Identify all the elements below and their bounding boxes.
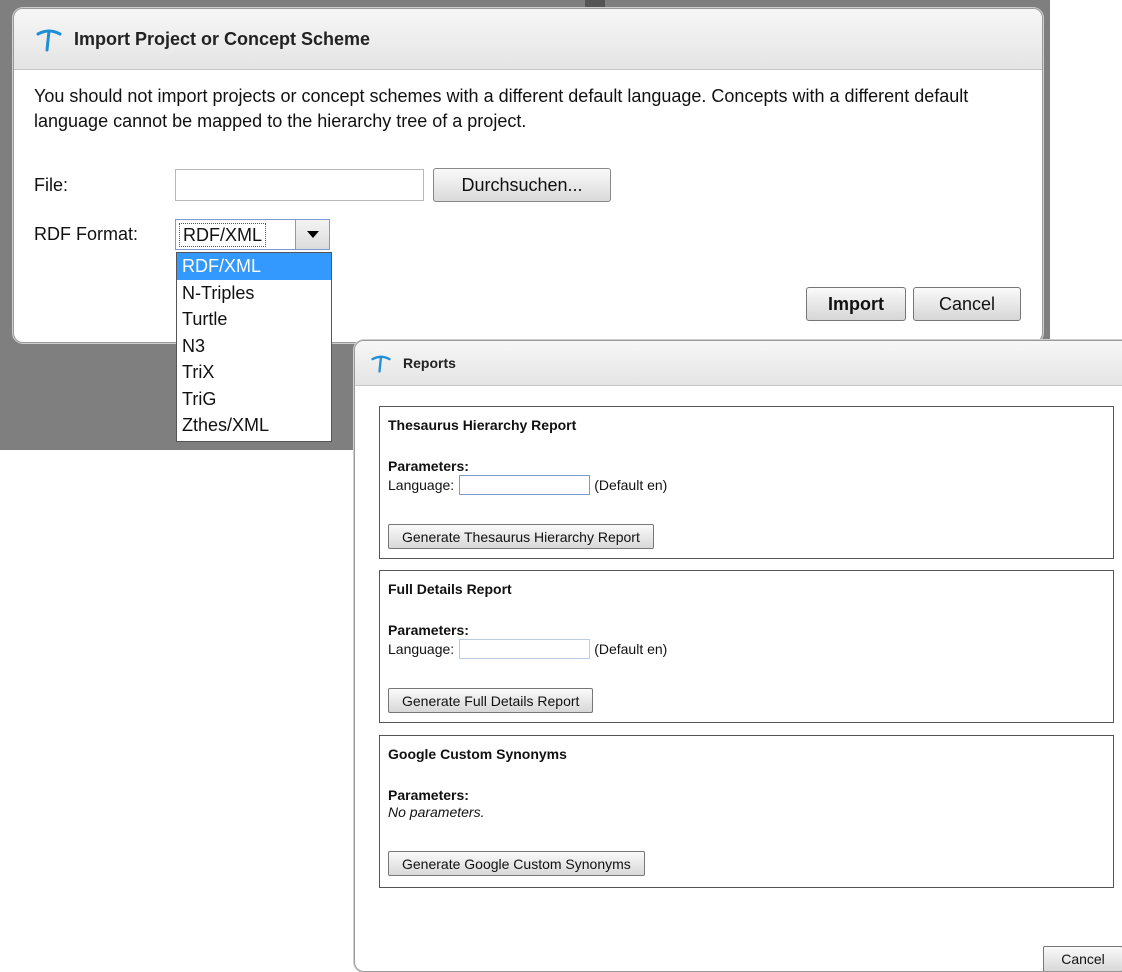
no-parameters-text: No parameters.: [388, 804, 485, 820]
format-option-trix[interactable]: TriX: [177, 359, 331, 386]
generate-thesaurus-hierarchy-report-button[interactable]: Generate Thesaurus Hierarchy Report: [388, 524, 654, 549]
import-dialog-title: Import Project or Concept Scheme: [74, 28, 371, 49]
rdf-format-label: RDF Format:: [34, 224, 139, 244]
import-cancel-button[interactable]: Cancel: [913, 287, 1021, 321]
full-details-report-section: Full Details Report Parameters: Language…: [379, 570, 1114, 723]
file-input[interactable]: [175, 169, 424, 201]
import-warning-message: You should not import projects or concep…: [34, 86, 969, 131]
format-option-trig[interactable]: TriG: [177, 386, 331, 413]
format-option-turtle[interactable]: Turtle: [177, 306, 331, 333]
format-option-zthes-xml[interactable]: Zthes/XML: [177, 412, 331, 439]
dropdown-arrow-icon[interactable]: [295, 220, 329, 249]
generate-google-custom-synonyms-button[interactable]: Generate Google Custom Synonyms: [388, 851, 645, 876]
section-title: Thesaurus Hierarchy Report: [388, 417, 577, 433]
google-custom-synonyms-section: Google Custom Synonyms Parameters: No pa…: [379, 735, 1114, 888]
format-option-n3[interactable]: N3: [177, 333, 331, 360]
pickaxe-logo-icon: [36, 29, 62, 52]
section-title: Full Details Report: [388, 581, 512, 597]
language-input[interactable]: [459, 639, 591, 659]
import-dialog: Import Project or Concept Scheme You sho…: [13, 8, 1043, 343]
language-label: Language:: [388, 641, 455, 657]
parameters-label: Parameters:: [388, 458, 469, 474]
format-option-n-triples[interactable]: N-Triples: [177, 280, 331, 307]
default-language-hint: (Default en): [594, 477, 668, 493]
import-dialog-header: Import Project or Concept Scheme: [14, 9, 1042, 70]
rdf-format-selected-value: RDF/XML: [179, 222, 267, 247]
thesaurus-hierarchy-report-section: Thesaurus Hierarchy Report Parameters: L…: [379, 406, 1114, 559]
language-label: Language:: [388, 477, 455, 493]
language-input[interactable]: [459, 475, 591, 495]
reports-dialog-header: Reports: [355, 341, 1122, 386]
browse-button[interactable]: Durchsuchen...: [433, 168, 611, 202]
default-language-hint: (Default en): [594, 641, 668, 657]
parameters-label: Parameters:: [388, 787, 469, 803]
format-option-rdf-xml[interactable]: RDF/XML: [177, 253, 331, 280]
reports-dialog-title: Reports: [403, 355, 456, 371]
rdf-format-dropdown-list: RDF/XML N-Triples Turtle N3 TriX TriG Zt…: [176, 252, 332, 442]
file-label: File:: [34, 175, 69, 195]
generate-full-details-report-button[interactable]: Generate Full Details Report: [388, 688, 594, 713]
parameters-label: Parameters:: [388, 622, 469, 638]
import-button[interactable]: Import: [806, 287, 906, 321]
reports-dialog: Reports Thesaurus Hierarchy Report Param…: [354, 340, 1122, 972]
section-title: Google Custom Synonyms: [388, 746, 567, 762]
rdf-format-select[interactable]: RDF/XML: [175, 219, 330, 250]
language-row: Language: (Default en): [388, 475, 667, 495]
pickaxe-logo-icon: [371, 355, 391, 373]
language-row: Language: (Default en): [388, 639, 667, 659]
